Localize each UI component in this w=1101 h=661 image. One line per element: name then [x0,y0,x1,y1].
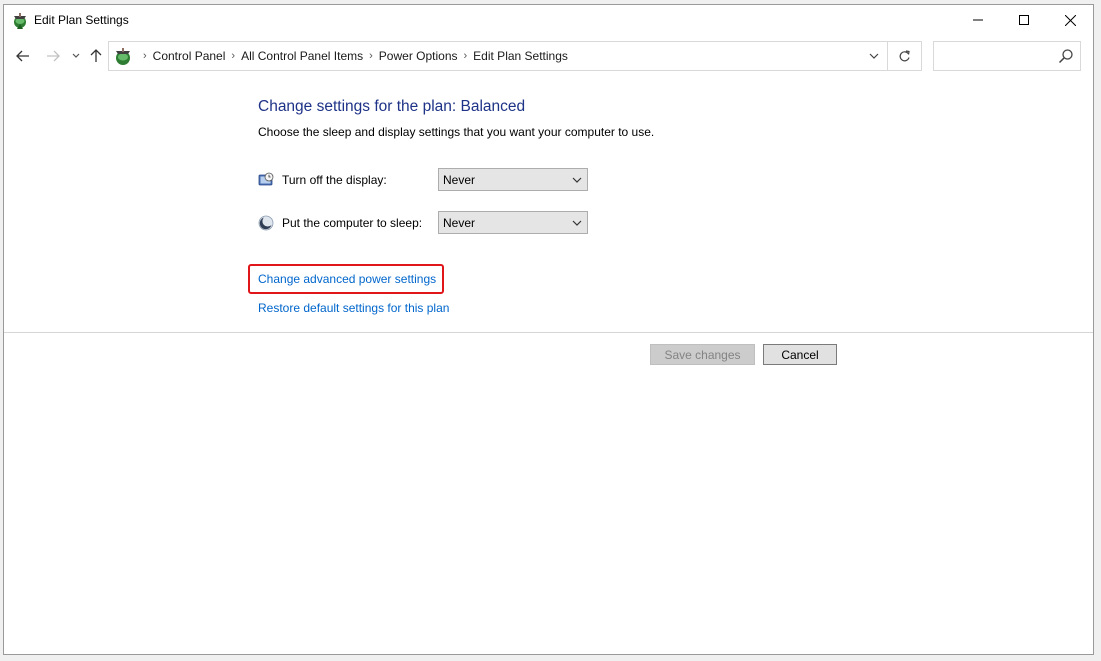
sleep-timeout-label: Put the computer to sleep: [282,216,423,230]
advanced-power-settings-link[interactable]: Change advanced power settings [258,272,436,286]
moon-icon [258,215,274,231]
breadcrumb-power-options[interactable]: Power Options [379,49,458,63]
close-icon [1064,14,1076,26]
chevron-right-icon[interactable]: › [369,50,373,62]
restore-defaults-link[interactable]: Restore default settings for this plan [258,301,449,315]
chevron-down-icon [572,220,582,226]
display-timeout-select[interactable]: Never [438,168,588,191]
power-options-app-icon [14,13,26,29]
recent-locations-button[interactable] [70,45,82,67]
address-bar[interactable]: › Control Panel › All Control Panel Item… [108,41,888,71]
breadcrumb-all-items[interactable]: All Control Panel Items [241,49,363,63]
minimize-button[interactable] [955,5,1001,35]
breadcrumb: › Control Panel › All Control Panel Item… [137,42,568,70]
save-changes-button[interactable]: Save changes [650,344,755,365]
window: Edit Plan Settings › Control Panel › All… [3,4,1094,655]
arrow-left-icon [16,50,29,62]
divider [4,332,1093,333]
back-button[interactable] [12,45,34,67]
maximize-button[interactable] [1001,5,1047,35]
chevron-right-icon[interactable]: › [143,50,147,62]
maximize-icon [1019,15,1029,25]
search-input[interactable] [938,46,1053,66]
page-title: Change settings for the plan: Balanced [258,98,526,115]
minimize-icon [973,19,983,21]
display-timeout-value: Never [443,173,476,187]
chevron-right-icon[interactable]: › [464,50,468,62]
breadcrumb-control-panel[interactable]: Control Panel [153,49,226,63]
forward-button[interactable] [42,45,64,67]
close-button[interactable] [1047,5,1093,35]
page-description: Choose the sleep and display settings th… [258,125,655,139]
address-dropdown-button[interactable] [861,42,887,70]
up-button[interactable] [86,45,106,67]
cancel-button[interactable]: Cancel [763,344,837,365]
display-timeout-label: Turn off the display: [282,173,387,187]
refresh-icon [899,49,910,61]
sleep-timeout-select[interactable]: Never [438,211,588,234]
chevron-right-icon[interactable]: › [231,50,235,62]
window-title: Edit Plan Settings [34,13,129,27]
monitor-clock-icon [258,172,274,186]
refresh-button[interactable] [888,41,922,71]
chevron-down-icon [572,177,582,183]
chevron-down-icon [72,53,80,58]
title-bar: Edit Plan Settings [4,5,1093,35]
breadcrumb-edit-plan-settings[interactable]: Edit Plan Settings [473,49,568,63]
chevron-down-icon [869,53,879,59]
power-options-icon [116,48,130,65]
arrow-up-icon [90,49,102,62]
search-box[interactable] [933,41,1081,71]
navigation-bar: › Control Panel › All Control Panel Item… [4,39,1093,73]
arrow-right-icon [47,50,60,62]
sleep-timeout-value: Never [443,216,476,230]
search-icon[interactable] [1058,48,1074,64]
